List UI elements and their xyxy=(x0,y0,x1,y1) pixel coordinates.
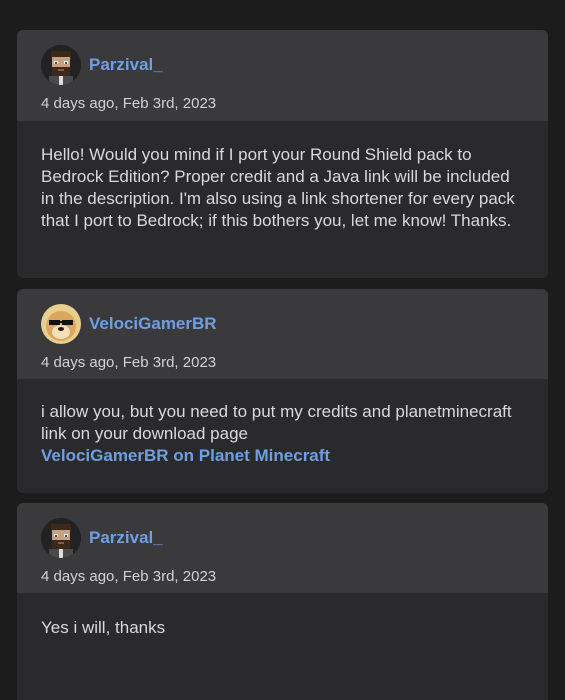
comment-timestamp: 4 days ago, Feb 3rd, 2023 xyxy=(41,354,217,371)
username-link[interactable]: VelociGamerBR xyxy=(89,314,217,334)
user-row: Parzival_ xyxy=(41,517,548,559)
comment-body: Yes i will, thanks xyxy=(41,618,166,637)
comment-header: Parzival_ 4 days ago, Feb 3rd, 2023 xyxy=(17,503,548,593)
user-row: Parzival_ xyxy=(41,44,548,86)
comment-header: Parzival_ 4 days ago, Feb 3rd, 2023 xyxy=(17,30,548,121)
comment-card: VelociGamerBR 4 days ago, Feb 3rd, 2023 … xyxy=(17,289,548,493)
comment-card: Parzival_ 4 days ago, Feb 3rd, 2023 Hell… xyxy=(17,30,548,278)
comment-header: VelociGamerBR 4 days ago, Feb 3rd, 2023 xyxy=(17,289,548,379)
comment-timestamp: 4 days ago, Feb 3rd, 2023 xyxy=(41,568,217,585)
pixel-bearded-man-avatar-icon[interactable] xyxy=(41,45,81,85)
planet-minecraft-profile-link[interactable]: VelociGamerBR on Planet Minecraft xyxy=(41,445,524,467)
username-link[interactable]: Parzival_ xyxy=(89,55,163,75)
comment-thread: Parzival_ 4 days ago, Feb 3rd, 2023 Hell… xyxy=(0,0,565,700)
pixel-bearded-man-avatar-icon[interactable] xyxy=(41,518,81,558)
username-link[interactable]: Parzival_ xyxy=(89,528,163,548)
user-row: VelociGamerBR xyxy=(41,303,548,345)
doge-sunglasses-avatar-icon[interactable] xyxy=(41,304,81,344)
comment-text: i allow you, but you need to put my cred… xyxy=(41,402,512,443)
comment-card: Parzival_ 4 days ago, Feb 3rd, 2023 Yes … xyxy=(17,503,548,700)
comment-timestamp: 4 days ago, Feb 3rd, 2023 xyxy=(41,95,217,112)
comment-body: Hello! Would you mind if I port your Rou… xyxy=(41,145,515,230)
comment-body: i allow you, but you need to put my cred… xyxy=(17,379,548,467)
